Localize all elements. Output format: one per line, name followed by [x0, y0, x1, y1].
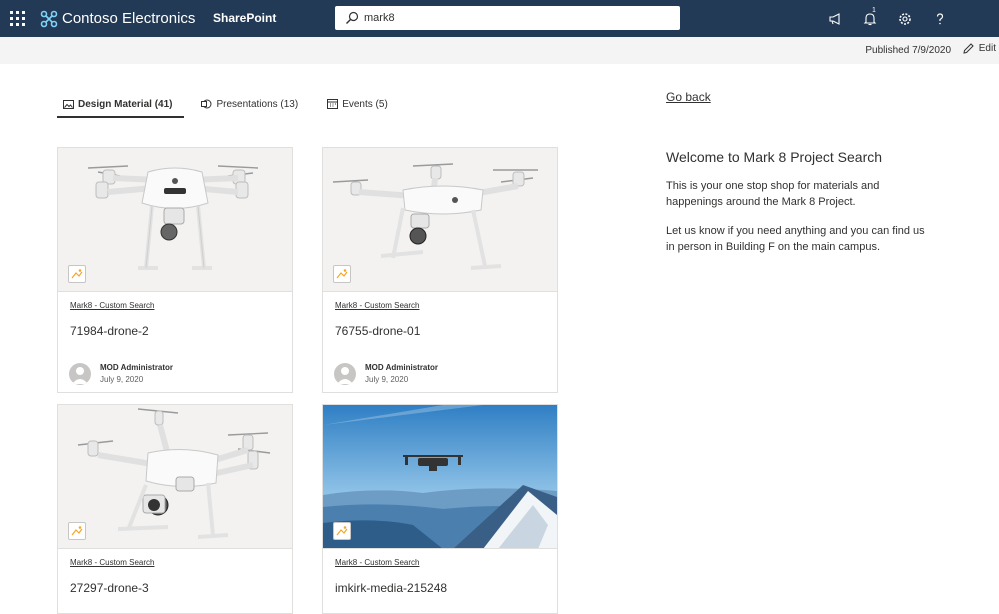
go-back-link[interactable]: Go back	[666, 90, 711, 104]
app-launcher-icon[interactable]	[8, 9, 28, 29]
card-source-link[interactable]: Mark8 - Custom Search	[70, 301, 154, 310]
tab-label: Presentations (13)	[216, 98, 299, 110]
edit-button[interactable]: Edit	[963, 43, 996, 54]
search-icon	[346, 11, 359, 24]
image-type-icon	[68, 522, 86, 540]
image-type-icon	[333, 522, 351, 540]
search-box[interactable]	[335, 6, 680, 30]
drone-thumbnail	[323, 148, 557, 292]
result-card[interactable]: Mark8 - Custom Search 76755-drone-01 MOD…	[322, 147, 558, 393]
card-date: July 9, 2020	[100, 375, 144, 384]
tab-label: Design Material (41)	[78, 98, 173, 110]
card-title[interactable]: 27297-drone-3	[70, 581, 149, 595]
vertical-tabs: Design Material (41) Presentations (13) …	[57, 94, 411, 119]
drone-thumbnail	[58, 148, 292, 292]
brand-name: Contoso Electronics	[62, 10, 196, 27]
powerpoint-icon	[201, 99, 212, 109]
card-source-link[interactable]: Mark8 - Custom Search	[70, 558, 154, 567]
result-card[interactable]: Mark8 - Custom Search 27297-drone-3	[57, 404, 293, 614]
welcome-heading: Welcome to Mark 8 Project Search	[666, 149, 883, 165]
suite-bar: Contoso Electronics SharePoint 1	[0, 0, 999, 37]
tab-design-material[interactable]: Design Material (41)	[57, 94, 186, 118]
avatar	[69, 363, 91, 385]
calendar-icon	[327, 99, 339, 109]
app-name[interactable]: SharePoint	[213, 11, 276, 25]
image-icon	[63, 99, 74, 109]
settings-gear-icon[interactable]	[887, 0, 922, 37]
tab-events[interactable]: Events (5)	[321, 94, 388, 114]
search-input[interactable]	[364, 12, 664, 24]
account-avatar[interactable]	[957, 0, 979, 37]
card-title[interactable]: 76755-drone-01	[335, 324, 420, 338]
card-title[interactable]: 71984-drone-2	[70, 324, 149, 338]
landscape-thumbnail	[323, 405, 557, 549]
tab-label: Events (5)	[342, 98, 388, 110]
card-date: July 9, 2020	[365, 375, 409, 384]
contoso-logo-icon	[40, 10, 58, 27]
result-card[interactable]: Mark8 - Custom Search 71984-drone-2 MOD …	[57, 147, 293, 393]
card-author: MOD Administrator	[100, 363, 174, 372]
edit-label: Edit	[978, 43, 996, 54]
notification-count: 1	[872, 7, 876, 14]
result-card[interactable]: Mark8 - Custom Search imkirk-media-21524…	[322, 404, 558, 614]
card-title[interactable]: imkirk-media-215248	[335, 581, 447, 595]
contact-paragraph: Let us know if you need anything and you…	[666, 225, 925, 253]
command-bar: Published 7/9/2020 Edit	[0, 37, 999, 64]
tab-presentations[interactable]: Presentations (13)	[195, 94, 298, 114]
brand[interactable]: Contoso Electronics	[40, 8, 195, 29]
suite-actions: 1	[817, 0, 979, 37]
pencil-icon	[963, 43, 974, 54]
card-author: MOD Administrator	[365, 363, 439, 372]
image-type-icon	[68, 265, 86, 283]
help-icon[interactable]	[922, 0, 957, 37]
card-source-link[interactable]: Mark8 - Custom Search	[335, 301, 419, 310]
drone-thumbnail	[58, 405, 292, 549]
image-type-icon	[333, 265, 351, 283]
notifications-icon[interactable]: 1	[852, 0, 887, 37]
card-source-link[interactable]: Mark8 - Custom Search	[335, 558, 419, 567]
intro-paragraph: This is your one stop shop for materials…	[666, 180, 880, 208]
avatar	[334, 363, 356, 385]
megaphone-icon[interactable]	[817, 0, 852, 37]
published-status: Published 7/9/2020	[865, 45, 951, 56]
